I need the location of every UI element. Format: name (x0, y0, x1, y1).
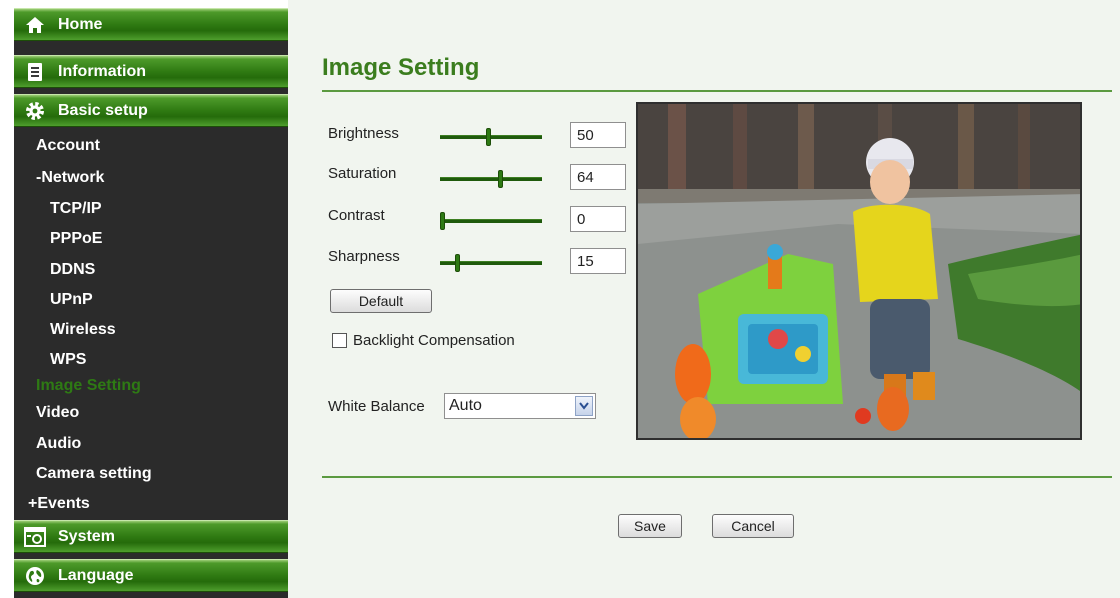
nav-system-label: System (58, 527, 115, 545)
nav-home-label: Home (58, 15, 103, 33)
sidebar-item-camera-setting[interactable]: Camera setting (36, 465, 152, 483)
saturation-slider-track (440, 177, 542, 181)
backlight-compensation-label: Backlight Compensation (353, 332, 515, 349)
sharpness-label: Sharpness (328, 248, 400, 265)
sidebar-item-image-setting[interactable]: Image Setting (36, 377, 141, 395)
sharpness-slider[interactable] (440, 254, 542, 272)
page-title: Image Setting (322, 54, 480, 81)
backlight-compensation-row: Backlight Compensation (332, 332, 515, 349)
cancel-button[interactable]: Cancel (712, 514, 794, 538)
sharpness-slider-thumb[interactable] (454, 254, 460, 272)
main-panel: Image Setting Brightness Saturation Cont… (288, 0, 1120, 598)
saturation-slider-thumb[interactable] (498, 170, 504, 188)
default-button[interactable]: Default (330, 289, 432, 313)
white-balance-label: White Balance (328, 398, 425, 415)
sidebar-item-network[interactable]: -Network (36, 169, 104, 187)
contrast-slider-track (440, 219, 542, 223)
contrast-slider[interactable] (440, 212, 542, 230)
camera-preview-image (636, 102, 1082, 440)
contrast-label: Contrast (328, 207, 385, 224)
nav-language-label: Language (58, 566, 134, 584)
white-balance-value: Auto (449, 397, 482, 414)
divider-bottom (322, 476, 1112, 478)
sidebar-item-upnp[interactable]: UPnP (50, 291, 93, 309)
nav-home[interactable]: Home (14, 8, 288, 41)
brightness-label: Brightness (328, 125, 399, 142)
sidebar-item-ddns[interactable]: DDNS (50, 261, 95, 279)
nav-language[interactable]: Language (14, 559, 288, 592)
brightness-slider-thumb[interactable] (485, 128, 491, 146)
home-icon (24, 14, 46, 36)
divider-top (322, 90, 1112, 92)
nav-information-label: Information (58, 62, 146, 80)
contrast-value-input[interactable] (570, 206, 626, 232)
sidebar: Home Information Basic setup Account -Ne… (14, 8, 288, 598)
contrast-slider-thumb[interactable] (440, 212, 445, 230)
system-icon (24, 526, 46, 548)
sidebar-item-tcpip[interactable]: TCP/IP (50, 200, 102, 218)
sidebar-item-video[interactable]: Video (36, 404, 79, 422)
sidebar-item-pppoe[interactable]: PPPoE (50, 230, 102, 248)
sidebar-item-account[interactable]: Account (36, 137, 100, 155)
saturation-slider[interactable] (440, 170, 542, 188)
globe-icon (24, 565, 46, 587)
backlight-compensation-checkbox[interactable] (332, 333, 347, 348)
sidebar-item-wireless[interactable]: Wireless (50, 321, 116, 339)
brightness-slider-track (440, 135, 542, 139)
nav-system[interactable]: System (14, 520, 288, 553)
sidebar-item-events[interactable]: +Events (28, 495, 90, 513)
saturation-value-input[interactable] (570, 164, 626, 190)
sharpness-value-input[interactable] (570, 248, 626, 274)
sidebar-item-audio[interactable]: Audio (36, 435, 81, 453)
gear-icon (24, 100, 46, 122)
sidebar-item-wps[interactable]: WPS (50, 351, 86, 369)
brightness-slider[interactable] (440, 128, 542, 146)
nav-basic-setup-label: Basic setup (58, 101, 148, 119)
white-balance-select[interactable]: Auto (444, 393, 596, 419)
chevron-down-icon[interactable] (575, 396, 593, 416)
save-button[interactable]: Save (618, 514, 682, 538)
nav-basic-setup[interactable]: Basic setup (14, 94, 288, 127)
brightness-value-input[interactable] (570, 122, 626, 148)
saturation-label: Saturation (328, 165, 397, 182)
document-icon (24, 61, 46, 83)
nav-information[interactable]: Information (14, 55, 288, 88)
